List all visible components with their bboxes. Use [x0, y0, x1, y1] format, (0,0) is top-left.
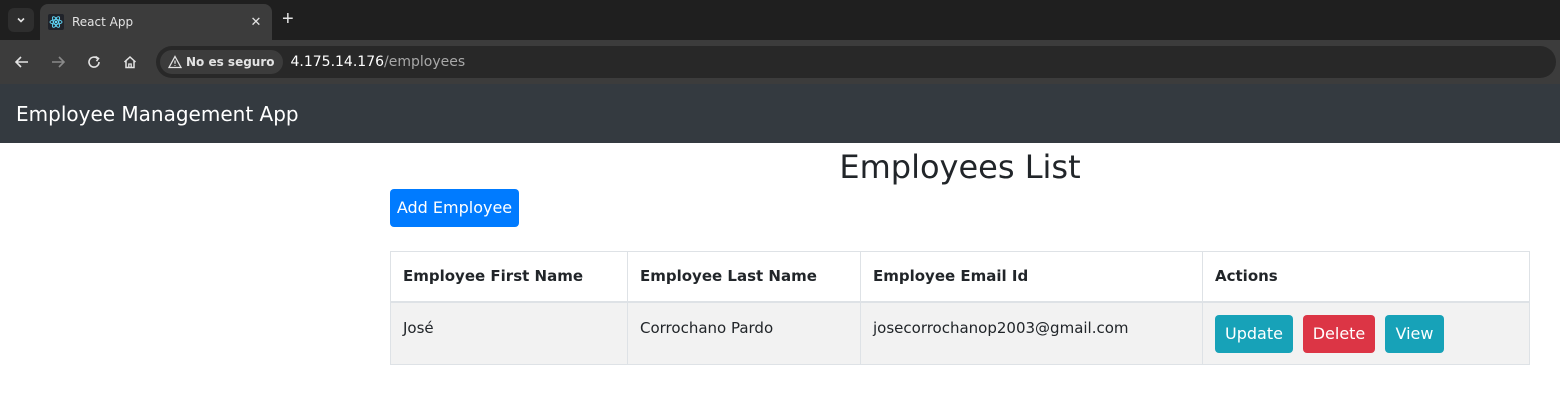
table-row: José Corrochano Pardo josecorrochanop200…	[390, 301, 1530, 365]
react-logo-icon	[48, 14, 64, 30]
security-label: No es seguro	[186, 55, 275, 69]
cell-last-name: Corrochano Pardo	[627, 301, 861, 365]
tab-title: React App	[72, 15, 134, 29]
main-container: Employees List Add Employee Employee Fir…	[390, 143, 1530, 365]
header-last-name: Employee Last Name	[627, 251, 861, 303]
reload-button[interactable]	[82, 50, 106, 74]
forward-button[interactable]	[46, 50, 70, 74]
security-chip[interactable]: No es seguro	[160, 50, 283, 74]
cell-actions: Update Delete View	[1202, 301, 1530, 365]
warning-icon	[168, 55, 182, 69]
url-path: /employees	[384, 54, 466, 70]
home-button[interactable]	[118, 50, 142, 74]
url-host: 4.175.14.176	[290, 54, 385, 70]
back-button[interactable]	[10, 50, 34, 74]
arrow-right-icon	[52, 56, 66, 68]
update-button[interactable]: Update	[1215, 314, 1293, 353]
reload-icon	[88, 55, 100, 68]
url-text[interactable]: 4.175.14.176/employees	[291, 54, 466, 70]
header-email: Employee Email Id	[860, 251, 1203, 303]
browser-tabbar: React App ✕ +	[0, 0, 1560, 40]
app-brand[interactable]: Employee Management App	[16, 102, 299, 126]
add-employee-button[interactable]: Add Employee	[390, 189, 519, 227]
view-button[interactable]: View	[1385, 314, 1444, 353]
new-tab-icon[interactable]: +	[282, 9, 294, 29]
page-title: Employees List	[839, 148, 1081, 186]
arrow-left-icon	[14, 56, 28, 68]
home-icon	[123, 55, 137, 69]
employees-table: Employee First Name Employee Last Name E…	[390, 251, 1530, 365]
table-header-row: Employee First Name Employee Last Name E…	[390, 251, 1530, 303]
close-tab-icon[interactable]: ✕	[248, 14, 264, 30]
tab-search-button[interactable]	[8, 8, 34, 32]
browser-toolbar: No es seguro 4.175.14.176/employees	[0, 40, 1560, 84]
cell-email: josecorrochanop2003@gmail.com	[860, 301, 1203, 365]
address-bar[interactable]: No es seguro 4.175.14.176/employees	[156, 46, 1556, 78]
chevron-down-icon	[17, 17, 25, 23]
header-first-name: Employee First Name	[390, 251, 628, 303]
app-navbar: Employee Management App	[0, 84, 1560, 143]
delete-button[interactable]: Delete	[1303, 314, 1375, 353]
cell-first-name: José	[390, 301, 628, 365]
browser-tab[interactable]: React App ✕	[40, 4, 272, 40]
header-actions: Actions	[1202, 251, 1530, 303]
